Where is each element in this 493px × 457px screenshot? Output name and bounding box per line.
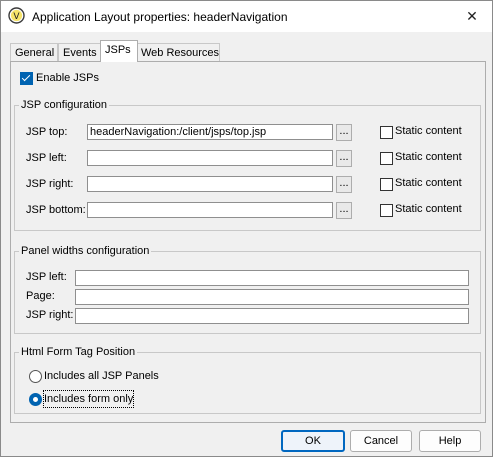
jsp-right-field[interactable] [87, 176, 333, 192]
includes-all-jsp-panels-label: Includes all JSP Panels [44, 370, 159, 382]
form-tag-position-legend: Html Form Tag Position [19, 345, 138, 359]
jsp-bottom-field[interactable] [87, 202, 333, 218]
properties-dialog: V Application Layout properties: headerN… [0, 0, 493, 457]
width-jsp-left-field[interactable] [75, 270, 469, 286]
jsp-top-browse-button[interactable]: ... [336, 124, 352, 141]
jsp-left-label: JSP left: [26, 152, 67, 164]
includes-all-jsp-panels-radio[interactable] [29, 370, 42, 383]
jsp-bottom-static-checkbox[interactable] [380, 204, 393, 217]
app-logo-icon: V [8, 7, 25, 24]
enable-jsps-checkbox[interactable] [20, 72, 33, 85]
tab-jsps[interactable]: JSPs [100, 40, 138, 62]
includes-form-only-label: Includes form only [42, 390, 135, 408]
jsp-right-label: JSP right: [26, 178, 74, 190]
jsp-right-browse-button[interactable]: ... [336, 176, 352, 193]
ok-button[interactable]: OK [281, 430, 345, 452]
jsp-bottom-browse-button[interactable]: ... [336, 202, 352, 219]
panel-widths-group: Panel widths configuration JSP left: Pag… [14, 244, 481, 334]
tab-web-resources[interactable]: Web Resources [136, 43, 220, 62]
jsps-tab-panel: Enable JSPs JSP configuration JSP top: h… [10, 61, 486, 423]
jsp-top-static-checkbox[interactable] [380, 126, 393, 139]
title-bar: V Application Layout properties: headerN… [1, 1, 492, 32]
jsp-bottom-label: JSP bottom: [26, 204, 86, 216]
width-jsp-left-label: JSP left: [26, 271, 67, 283]
enable-jsps-label: Enable JSPs [36, 72, 99, 84]
jsp-top-static-label: Static content [395, 125, 462, 137]
jsp-configuration-group: JSP configuration JSP top: headerNavigat… [14, 98, 481, 231]
form-tag-position-group: Html Form Tag Position Includes all JSP … [14, 345, 481, 414]
jsp-top-field[interactable]: headerNavigation:/client/jsps/top.jsp [87, 124, 333, 140]
close-icon[interactable]: ✕ [465, 9, 479, 23]
jsp-left-static-label: Static content [395, 151, 462, 163]
jsp-left-static-checkbox[interactable] [380, 152, 393, 165]
width-jsp-right-label: JSP right: [26, 309, 74, 321]
jsp-top-label: JSP top: [26, 126, 68, 138]
help-button[interactable]: Help [419, 430, 481, 452]
cancel-button[interactable]: Cancel [350, 430, 412, 452]
jsp-right-static-checkbox[interactable] [380, 178, 393, 191]
window-title: Application Layout properties: headerNav… [32, 10, 288, 24]
jsp-left-field[interactable] [87, 150, 333, 166]
jsp-right-static-label: Static content [395, 177, 462, 189]
width-page-label: Page: [26, 290, 55, 302]
jsp-configuration-legend: JSP configuration [19, 98, 110, 112]
tab-general[interactable]: General [10, 43, 58, 62]
width-jsp-right-field[interactable] [75, 308, 469, 324]
tab-events[interactable]: Events [58, 43, 101, 62]
jsp-left-browse-button[interactable]: ... [336, 150, 352, 167]
width-page-field[interactable] [75, 289, 469, 305]
svg-text:V: V [13, 12, 20, 22]
jsp-bottom-static-label: Static content [395, 203, 462, 215]
includes-form-only-radio[interactable] [29, 393, 42, 406]
panel-widths-legend: Panel widths configuration [19, 244, 152, 258]
